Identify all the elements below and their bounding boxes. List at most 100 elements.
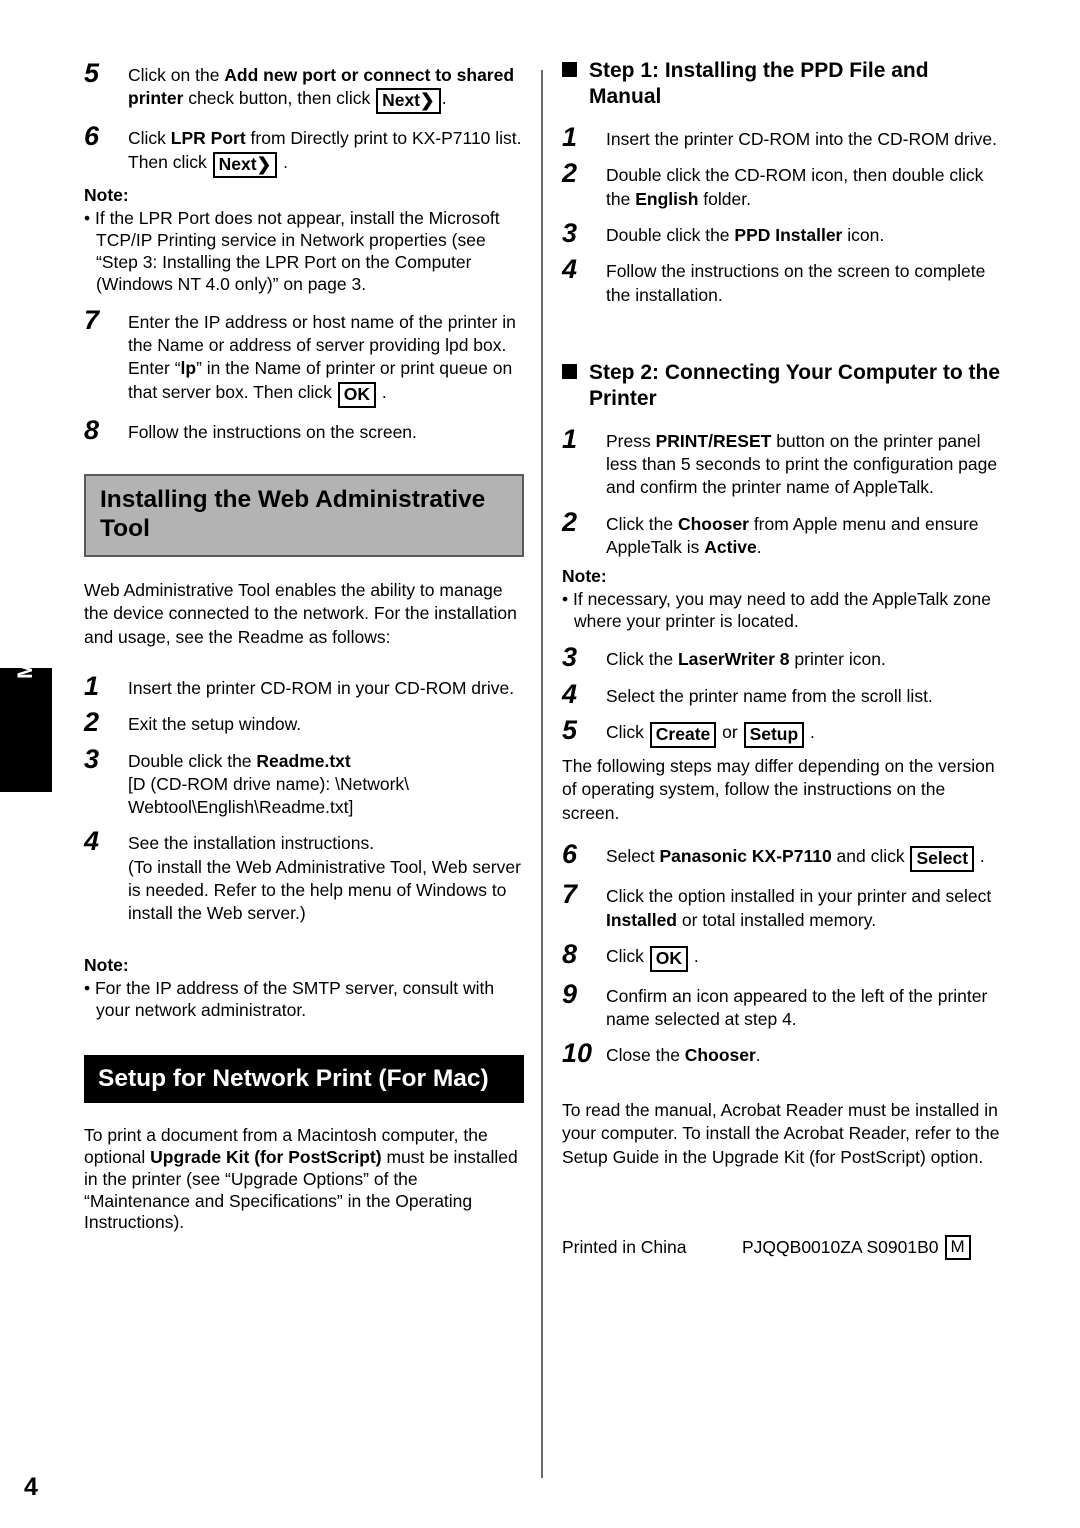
step-text: Click the option installed in your print… — [606, 879, 1002, 932]
body-text: (To install the Web Administrative Tool,… — [128, 856, 521, 924]
step-text: See the installation instructions. (To in… — [128, 826, 524, 925]
body-text: Follow the instructions on the screen to… — [606, 261, 986, 305]
numbered-step: 6 Select Panasonic KX-P7110 and click Sel… — [562, 839, 1002, 873]
step-number: 4 — [562, 254, 578, 285]
black-square-bullet-icon — [562, 58, 589, 77]
body-text: Click — [128, 128, 171, 149]
step-text: Close the Chooser. — [606, 1038, 1002, 1067]
body-text: Close the — [606, 1045, 685, 1066]
body-text: Insert the printer CD-ROM in your CD-ROM… — [128, 677, 515, 698]
numbered-step: 5 Click on the Add new port or connect to… — [84, 58, 524, 115]
step-text: Double click the CD-ROM icon, then doubl… — [606, 158, 1002, 211]
body-text: Click the — [606, 649, 678, 670]
body-text: and click — [831, 846, 910, 867]
body-text: . — [756, 536, 762, 557]
numbered-step: 2 Exit the setup window. — [84, 707, 524, 737]
numbered-step: 4 Follow the instructions on the screen t… — [562, 254, 1002, 307]
numbered-step: 9 Confirm an icon appeared to the left of… — [562, 979, 1002, 1032]
mid-note-paragraph: The following steps may differ depending… — [562, 755, 995, 823]
numbered-step: 1 Insert the printer CD-ROM in your CD-RO… — [84, 670, 524, 701]
numbered-step: 3 Double click the PPD Installer icon. — [562, 218, 1002, 248]
step-number: 5 — [84, 58, 100, 88]
step2-heading: Step 2: Connecting Your Computer to the … — [562, 360, 1002, 412]
numbered-step: 10 Close the Chooser. — [562, 1038, 1002, 1069]
body-text: . — [755, 1045, 761, 1066]
web-admin-tool-intro: Web Administrative Tool enables the abil… — [84, 579, 517, 647]
numbered-step: 7 Enter the IP address or host name of th… — [84, 305, 524, 408]
numbered-step: 5 Click Create or Setup . — [562, 715, 1002, 748]
emphasis-text: English — [635, 188, 699, 209]
step-number: 3 — [84, 743, 100, 774]
body-text: Follow the instructions on the screen. — [128, 421, 417, 442]
step2-items-group-a: 1 Press PRINT/RESET button on the printer… — [562, 424, 1002, 559]
body-text: Select the printer name from the scroll … — [606, 685, 933, 706]
step-text: Select the printer name from the scroll … — [606, 679, 1002, 708]
right-column: Step 1: Installing the PPD File and Manu… — [562, 58, 1002, 1260]
body-text: folder. — [698, 188, 751, 209]
section-tab-mac: Mac — [0, 637, 52, 792]
body-text: Exit the setup window. — [128, 714, 302, 735]
column-divider — [541, 70, 543, 1478]
step-number: 8 — [562, 938, 578, 969]
step-number: 1 — [84, 670, 100, 701]
footer: Printed in China PJQQB0010ZA S0901B0 M — [562, 1235, 1002, 1260]
step2-items-group-b: 3 Click the LaserWriter 8 printer icon. 4 S… — [562, 642, 1002, 748]
section-tab-label: Mac — [14, 637, 37, 679]
emphasis-text: LaserWriter 8 — [677, 649, 790, 670]
numbered-step: 4 See the installation instructions. (To i… — [84, 826, 524, 925]
step-number: 5 — [562, 714, 578, 745]
step-number: 1 — [562, 423, 578, 454]
step-text: Exit the setup window. — [128, 707, 524, 736]
step-number: 1 — [562, 122, 578, 153]
step-text: Double click the PPD Installer icon. — [606, 218, 1002, 247]
step-number: 2 — [562, 158, 578, 189]
step-text: Insert the printer CD-ROM into the CD-RO… — [606, 122, 1002, 151]
body-text: Double click the — [606, 224, 735, 245]
step-text: Double click the Readme.txt [D (CD-ROM dr… — [128, 744, 524, 820]
black-square-bullet-icon — [562, 360, 589, 379]
body-text: Insert the printer CD-ROM into the CD-RO… — [606, 129, 997, 150]
numbered-step: 1 Press PRINT/RESET button on the printer… — [562, 424, 1002, 500]
step-number: 3 — [562, 642, 578, 673]
note-block-2: Note: • For the IP address of the SMTP s… — [84, 955, 524, 1021]
numbered-step: 3 Click the LaserWriter 8 printer icon. — [562, 642, 1002, 673]
step-text: Select Panasonic KX-P7110 and click Sele… — [606, 839, 1002, 873]
step-number: 9 — [562, 978, 578, 1009]
ui-button-next: Next❯ — [376, 88, 441, 115]
body-text: . — [805, 721, 815, 742]
body-text: Double click the — [128, 750, 257, 771]
step-number: 4 — [562, 678, 578, 709]
body-text: check button, then click — [183, 88, 376, 109]
acrobat-reader-note: To read the manual, Acrobat Reader must … — [562, 1099, 1000, 1167]
step-text: Click LPR Port from Directly print to KX… — [128, 121, 524, 178]
ui-button-ok: OK — [337, 381, 377, 408]
note-title: Note: — [84, 184, 129, 205]
emphasis-text: LPR Port — [170, 128, 246, 149]
numbered-step: 3 Double click the Readme.txt [D (CD-ROM d… — [84, 744, 524, 820]
numbered-step: 4 Select the printer name from the scroll… — [562, 679, 1002, 708]
body-text: Press — [606, 430, 656, 451]
step-number: 10 — [562, 1038, 593, 1069]
footer-part-number: PJQQB0010ZA S0901B0 — [742, 1236, 939, 1257]
step-text: Click on the Add new port or connect to … — [128, 58, 524, 115]
ui-button-ok: OK — [649, 945, 689, 972]
body-text: . — [689, 945, 699, 966]
emphasis-text: PPD Installer — [734, 224, 843, 245]
note-body: • For the IP address of the SMTP server,… — [84, 977, 495, 1020]
ui-button-next: Next❯ — [212, 151, 278, 178]
footer-printed-in: Printed in China — [562, 1236, 687, 1257]
step-text: Insert the printer CD-ROM in your CD-ROM… — [128, 671, 524, 700]
section-heading-setup-network-print-mac: Setup for Network Print (For Mac) — [84, 1054, 524, 1103]
step-text: Enter the IP address or host name of the… — [128, 305, 524, 408]
left-column: 5 Click on the Add new port or connect to… — [84, 58, 524, 1248]
page-number: 4 — [24, 1473, 38, 1501]
emphasis-text: Chooser — [684, 1045, 756, 1066]
step2-items-group-c: 6 Select Panasonic KX-P7110 and click Sel… — [562, 839, 1002, 1069]
numbered-step: 2 Double click the CD-ROM icon, then doub… — [562, 158, 1002, 211]
step-text: Click OK . — [606, 939, 1002, 972]
body-text: . — [278, 151, 288, 172]
step1-heading-text: Step 1: Installing the PPD File and Manu… — [589, 59, 929, 109]
emphasis-text: lp — [180, 358, 197, 379]
numbered-step: 2 Click the Chooser from Apple menu and e… — [562, 507, 1002, 560]
step-text: Follow the instructions on the screen to… — [606, 254, 1002, 307]
